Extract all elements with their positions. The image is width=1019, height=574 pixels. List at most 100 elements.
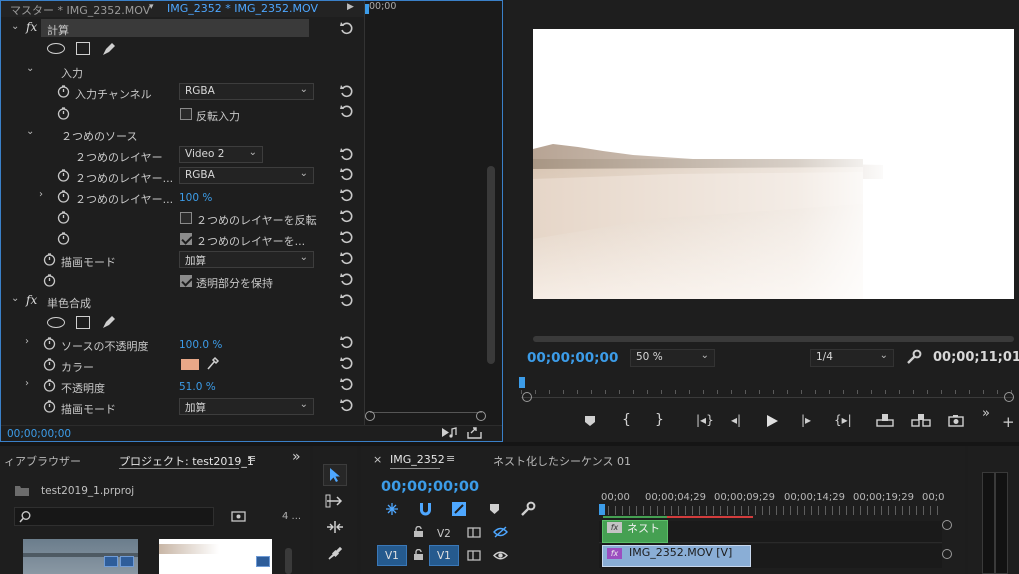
solid-blend-mode-dropdown[interactable]: 加算 ⌄ [179,398,314,415]
export-icon[interactable] [467,426,482,439]
stretch-second-layer-checkbox[interactable] [180,233,192,245]
program-out-handle[interactable] [1004,392,1014,402]
opacity-value[interactable]: 51.0 % [179,381,216,393]
more-panels-icon[interactable]: » [292,449,301,465]
project-search-input[interactable] [14,507,214,526]
stopwatch-icon[interactable] [57,211,70,224]
mark-in-icon[interactable]: { [622,412,631,428]
invert-input-checkbox[interactable] [180,108,192,120]
wrench-icon[interactable] [520,501,536,517]
second-layer-dropdown[interactable]: Video 2 ⌄ [179,146,263,163]
stopwatch-icon[interactable] [57,169,70,182]
stopwatch-icon[interactable] [43,358,56,371]
chevron-right-icon[interactable]: › [39,189,43,200]
lock-icon[interactable] [413,526,424,538]
reset-icon[interactable] [340,230,354,244]
reset-icon[interactable] [340,398,354,412]
more-controls-icon[interactable]: » [982,406,990,421]
chevron-down-icon[interactable]: ⌄ [26,63,34,74]
effect-timeline-scrollbar[interactable] [487,166,495,364]
stopwatch-icon[interactable] [57,107,70,120]
reset-icon[interactable] [340,188,354,202]
reset-icon[interactable] [340,272,354,286]
stopwatch-icon[interactable] [43,274,56,287]
chevron-down-icon[interactable]: ⌄ [26,126,34,137]
program-in-handle[interactable] [522,392,532,402]
hamburger-menu-icon[interactable]: ≡ [446,452,455,465]
reset-icon[interactable] [340,21,354,35]
add-marker-icon[interactable] [489,503,500,515]
tab-master[interactable]: マスター * IMG_2352.MOV [10,2,150,18]
marker-icon[interactable] [584,415,596,427]
hamburger-menu-icon[interactable]: ≡ [247,452,256,465]
color-swatch[interactable] [181,359,199,370]
stopwatch-icon[interactable] [43,253,56,266]
stopwatch-icon[interactable] [43,379,56,392]
reset-icon[interactable] [340,84,354,98]
go-to-in-icon[interactable]: |◂} [696,413,714,427]
reset-icon[interactable] [340,104,354,118]
tab-sequence-img2352[interactable]: IMG_2352 [390,453,445,466]
go-to-out-icon[interactable]: {▸| [834,413,852,427]
lift-icon[interactable] [876,413,894,427]
stopwatch-icon[interactable] [57,232,70,245]
program-playhead[interactable] [519,377,525,388]
timeline-scroll-handle-top[interactable] [942,520,952,530]
tab-project[interactable]: プロジェクト: test2019_1 [119,453,254,469]
play-icon[interactable] [766,414,779,428]
add-button-icon[interactable]: + [1002,413,1015,431]
timeline-scroll-handle-bottom[interactable] [942,549,952,559]
new-search-bin-icon[interactable] [231,510,246,522]
reset-icon[interactable] [340,356,354,370]
chevron-down-icon[interactable]: ⌄ [11,293,19,304]
reset-icon[interactable] [340,293,354,307]
zoom-handle-left[interactable] [365,411,375,421]
second-layer-channel-dropdown[interactable]: RGBA ⌄ [179,167,314,184]
track-label-v2[interactable]: V2 [437,528,451,540]
stopwatch-icon[interactable] [57,85,70,98]
ellipse-mask-icon[interactable] [47,317,65,328]
program-ruler[interactable] [521,378,1014,398]
pen-mask-icon[interactable] [101,41,117,57]
fx-icon[interactable]: fx [26,293,37,307]
effect-timeline-zoom-bar[interactable] [370,412,482,420]
stopwatch-icon[interactable] [43,337,56,350]
step-forward-icon[interactable]: |▸ [801,413,811,427]
eyedropper-icon[interactable] [206,356,220,371]
effect-timeline-area[interactable] [364,1,502,426]
reset-icon[interactable] [340,377,354,391]
pen-mask-icon[interactable] [101,314,117,330]
reset-icon[interactable] [340,147,354,161]
fx-icon[interactable]: fx [26,20,37,34]
camera-icon[interactable] [948,414,964,427]
zoom-dropdown[interactable]: 50 % ⌄ [630,349,715,367]
program-monitor-scrollbar[interactable] [533,336,1014,342]
close-icon[interactable]: × [373,453,382,466]
tab-nested-sequence[interactable]: ネスト化したシーケンス 01 [493,453,631,469]
sync-lock-icon[interactable] [467,527,481,538]
stopwatch-icon[interactable] [43,400,56,413]
chevron-down-icon[interactable]: ▾ [149,2,154,12]
blend-mode-dropdown[interactable]: 加算 ⌄ [179,251,314,268]
reset-icon[interactable] [340,251,354,265]
effect-controls-footer-timecode[interactable]: 00;00;00;00 [7,428,71,440]
input-channel-dropdown[interactable]: RGBA ⌄ [179,83,314,100]
razor-tool-icon[interactable] [327,545,343,561]
program-video-frame[interactable] [533,29,1014,299]
nest-sequence-icon[interactable] [384,501,400,517]
mark-out-icon[interactable]: } [655,412,664,428]
preserve-transparency-checkbox[interactable] [180,275,192,287]
eye-hidden-icon[interactable] [493,526,508,538]
chevron-down-icon[interactable]: ⌄ [11,21,19,32]
timeline-timecode[interactable]: 00;00;00;00 [381,479,479,495]
ripple-edit-icon[interactable] [325,520,345,534]
sync-lock-icon[interactable] [467,550,481,561]
timeline-ruler-ticks[interactable] [601,506,941,515]
program-timecode[interactable]: 00;00;00;00 [527,350,618,366]
timeline-playhead[interactable] [599,504,605,515]
reset-icon[interactable] [340,209,354,223]
play-icon[interactable]: ▶ [347,2,354,12]
chevron-right-icon[interactable]: › [25,336,29,347]
track-select-icon[interactable] [325,494,345,508]
source-opacity-value[interactable]: 100.0 % [179,339,222,351]
